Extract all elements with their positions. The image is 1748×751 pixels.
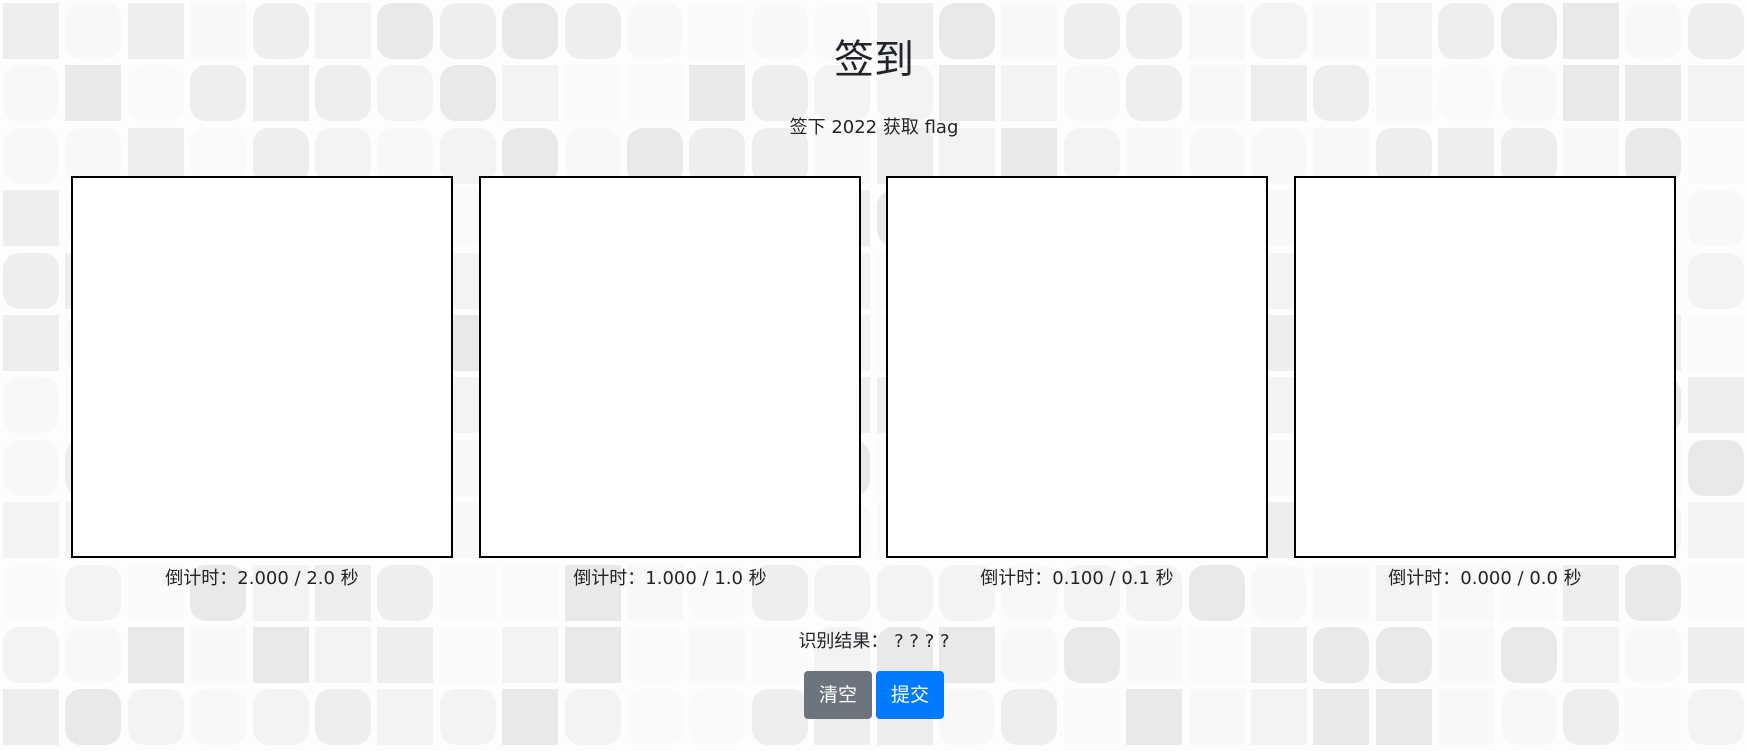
recognition-result: 识别结果： ? ? ? ? xyxy=(798,631,950,652)
drawing-panel-4: 倒计时：0.000 / 0.0 秒 xyxy=(1294,176,1676,590)
sign-in-page: 签到 签下 2022 获取 flag 倒计时：2.000 / 2.0 秒 倒计时… xyxy=(0,0,1748,751)
drawing-canvas-3[interactable] xyxy=(886,176,1268,558)
clear-button[interactable]: 清空 xyxy=(803,671,872,719)
drawing-canvas-4[interactable] xyxy=(1294,176,1676,558)
drawing-panel-2: 倒计时：1.000 / 1.0 秒 xyxy=(479,176,861,590)
submit-button[interactable]: 提交 xyxy=(876,671,945,719)
drawing-panel-3: 倒计时：0.100 / 0.1 秒 xyxy=(886,176,1268,590)
action-buttons: 清空 提交 xyxy=(0,671,1748,719)
page-title: 签到 xyxy=(834,37,914,83)
drawing-canvas-1[interactable] xyxy=(71,176,453,558)
countdown-label-3: 倒计时：0.100 / 0.1 秒 xyxy=(980,568,1174,589)
drawing-panel-1: 倒计时：2.000 / 2.0 秒 xyxy=(71,176,453,590)
page-subtitle: 签下 2022 获取 flag xyxy=(789,117,959,138)
drawing-canvas-2[interactable] xyxy=(479,176,861,558)
countdown-label-4: 倒计时：0.000 / 0.0 秒 xyxy=(1388,568,1582,589)
countdown-label-2: 倒计时：1.000 / 1.0 秒 xyxy=(573,568,767,589)
countdown-label-1: 倒计时：2.000 / 2.0 秒 xyxy=(165,568,359,589)
